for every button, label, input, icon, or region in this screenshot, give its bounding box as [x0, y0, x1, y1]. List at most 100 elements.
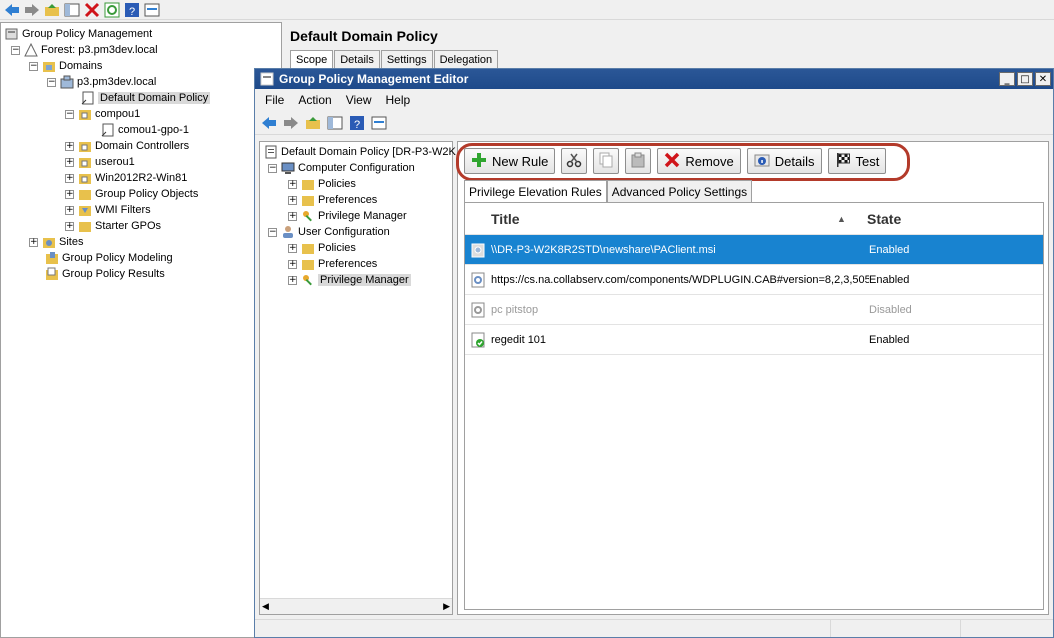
paste-button[interactable]: [625, 148, 652, 174]
tree-item-comou1-gpo[interactable]: comou1-gpo-1: [101, 122, 189, 138]
tree-item-computer-policies[interactable]: + Policies: [288, 176, 356, 192]
refresh-icon[interactable]: [104, 2, 120, 18]
collapse-toggle[interactable]: −: [11, 45, 20, 55]
tree-item-domain[interactable]: − p3.pm3dev.local: [47, 74, 156, 90]
tab-scope[interactable]: Scope: [290, 50, 334, 69]
folder-icon: [78, 219, 92, 233]
expand-toggle[interactable]: +: [65, 173, 74, 183]
plus-icon: [471, 152, 487, 171]
tree-item-user-preferences[interactable]: + Preferences: [288, 256, 377, 272]
expand-toggle[interactable]: +: [288, 259, 297, 269]
expand-toggle[interactable]: +: [29, 237, 38, 247]
expand-toggle[interactable]: +: [288, 179, 297, 189]
forward-arrow-icon[interactable]: [24, 2, 40, 18]
expand-toggle[interactable]: +: [65, 189, 74, 199]
tree-item-starter-gpos[interactable]: + Starter GPOs: [65, 218, 161, 234]
tab-advanced-policy-settings[interactable]: Advanced Policy Settings: [606, 180, 753, 203]
cut-button[interactable]: [561, 148, 588, 174]
expand-toggle[interactable]: +: [65, 221, 74, 231]
up-folder-icon[interactable]: [305, 115, 321, 131]
column-header-title[interactable]: Title: [465, 211, 837, 227]
properties-icon[interactable]: [144, 2, 160, 18]
help-icon[interactable]: ?: [349, 115, 365, 131]
details-button[interactable]: Details: [746, 148, 822, 174]
menu-help[interactable]: Help: [386, 93, 411, 107]
expand-toggle[interactable]: +: [65, 157, 74, 167]
new-rule-button[interactable]: New Rule: [464, 148, 556, 174]
close-button[interactable]: ✕: [1035, 72, 1051, 86]
scroll-left-icon[interactable]: ◀: [262, 601, 269, 612]
tab-delegation[interactable]: Delegation: [433, 50, 499, 69]
copy-button[interactable]: [593, 148, 620, 174]
checkered-flag-icon: [835, 152, 851, 171]
horizontal-scrollbar[interactable]: ◀ ▶: [260, 598, 452, 614]
back-arrow-icon[interactable]: [261, 115, 277, 131]
tree-item-gp-results[interactable]: Group Policy Results: [45, 266, 165, 282]
collapse-toggle[interactable]: −: [29, 61, 38, 71]
tree-item-gpo-objects[interactable]: + Group Policy Objects: [65, 186, 198, 202]
expand-toggle[interactable]: +: [288, 211, 297, 221]
show-hide-tree-icon[interactable]: [64, 2, 80, 18]
show-hide-tree-icon[interactable]: [327, 115, 343, 131]
tree-item-domains[interactable]: − Domains: [29, 58, 102, 74]
tree-item-user-config[interactable]: − User Configuration: [268, 224, 390, 240]
tree-item-user-privilege-manager[interactable]: + Privilege Manager: [288, 272, 411, 288]
properties-icon[interactable]: [371, 115, 387, 131]
menu-file[interactable]: File: [265, 93, 284, 107]
sites-folder-icon: [42, 235, 56, 249]
editor-titlebar[interactable]: Group Policy Management Editor _ □ ✕: [255, 69, 1053, 89]
tab-settings[interactable]: Settings: [380, 50, 433, 69]
privilege-manager-icon: [301, 273, 315, 287]
tree-item-default-domain-policy[interactable]: Default Domain Policy: [81, 90, 211, 106]
back-arrow-icon[interactable]: [4, 2, 20, 18]
expand-toggle[interactable]: +: [288, 195, 297, 205]
tree-item-policy-root[interactable]: Default Domain Policy [DR-P3-W2K: [264, 144, 456, 160]
tree-item-computer-config[interactable]: − Computer Configuration: [268, 160, 415, 176]
collapse-toggle[interactable]: −: [65, 109, 74, 119]
menu-action[interactable]: Action: [298, 93, 331, 107]
expand-toggle[interactable]: +: [288, 275, 297, 285]
tree-item-sites[interactable]: + Sites: [29, 234, 83, 250]
tab-details[interactable]: Details: [334, 50, 380, 69]
tree-item-computer-preferences[interactable]: + Preferences: [288, 192, 377, 208]
tree-item-computer-privilege-manager[interactable]: + Privilege Manager: [288, 208, 407, 224]
tree-item-domain-controllers[interactable]: + Domain Controllers: [65, 138, 189, 154]
collapse-toggle[interactable]: −: [268, 227, 277, 237]
tree-item-wmi-filters[interactable]: + WMI Filters: [65, 202, 151, 218]
delete-icon[interactable]: [84, 2, 100, 18]
remove-button[interactable]: Remove: [657, 148, 741, 174]
outer-tab-strip: Scope Details Settings Delegation: [290, 50, 499, 69]
help-icon[interactable]: ?: [124, 2, 140, 18]
minimize-button[interactable]: _: [999, 72, 1015, 86]
table-row[interactable]: pc pitstop Disabled: [465, 295, 1043, 325]
tree-item-user-policies[interactable]: + Policies: [288, 240, 356, 256]
scroll-right-icon[interactable]: ▶: [443, 601, 450, 612]
tab-privilege-elevation-rules[interactable]: Privilege Elevation Rules: [464, 180, 607, 203]
ou-folder-icon: [78, 139, 92, 153]
folder-icon: [301, 241, 315, 255]
tree-label: comou1-gpo-1: [118, 124, 189, 136]
tree-item-forest[interactable]: − Forest: p3.pm3dev.local: [11, 42, 158, 58]
collapse-toggle[interactable]: −: [47, 77, 56, 87]
tree-label: Preferences: [318, 258, 378, 270]
computer-icon: [281, 161, 295, 175]
up-folder-icon[interactable]: [44, 2, 60, 18]
table-row[interactable]: regedit 101 Enabled: [465, 325, 1043, 355]
collapse-toggle[interactable]: −: [268, 163, 277, 173]
tree-item-gpm-root[interactable]: Group Policy Management: [5, 26, 152, 42]
tree-item-compou1[interactable]: − compou1: [65, 106, 140, 122]
expand-toggle[interactable]: +: [65, 141, 74, 151]
tree-item-userou1[interactable]: + userou1: [65, 154, 135, 170]
forward-arrow-icon[interactable]: [283, 115, 299, 131]
tree-item-gp-modeling[interactable]: Group Policy Modeling: [45, 250, 173, 266]
maximize-button[interactable]: □: [1017, 72, 1033, 86]
table-row[interactable]: https://cs.na.collabserv.com/components/…: [465, 265, 1043, 295]
expand-toggle[interactable]: +: [288, 243, 297, 253]
menu-view[interactable]: View: [346, 93, 372, 107]
column-header-state[interactable]: State: [867, 211, 1027, 227]
test-button[interactable]: Test: [827, 148, 887, 174]
tree-item-win2012[interactable]: + Win2012R2-Win81: [65, 170, 187, 186]
tree-label: Default Domain Policy: [98, 92, 211, 104]
table-row[interactable]: \\DR-P3-W2K8R2STD\newshare\PAClient.msi …: [465, 235, 1043, 265]
expand-toggle[interactable]: +: [65, 205, 74, 215]
